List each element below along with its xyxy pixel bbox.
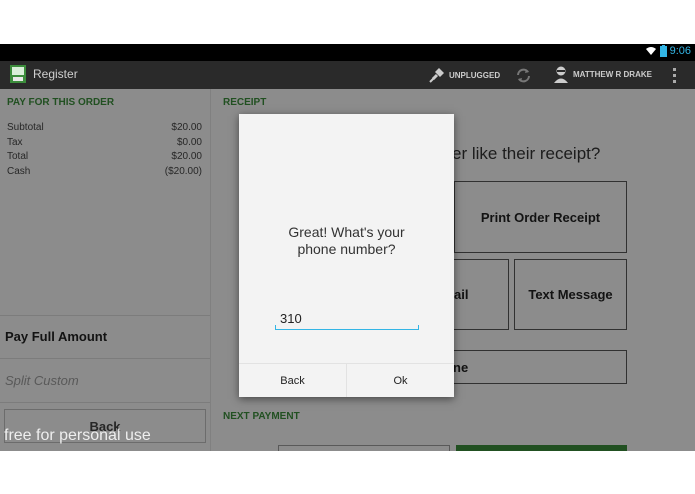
status-bar: 9:06	[0, 44, 695, 61]
app-home-button[interactable]: Register	[10, 65, 78, 83]
action-bar: Register UNPLUGGED MATTHEW R DRAKE	[0, 61, 695, 89]
connection-status-button[interactable]: UNPLUGGED	[429, 67, 500, 83]
dialog-back-button[interactable]: Back	[239, 364, 346, 397]
input-underline-left-tick	[275, 325, 276, 329]
phone-number-field[interactable]: 310	[275, 310, 419, 330]
status-icons: 9:06	[645, 45, 691, 57]
dialog-message: Great! What's your phone number?	[288, 224, 405, 257]
dialog-back-label: Back	[280, 374, 305, 387]
input-underline-right-tick	[418, 325, 419, 329]
status-time: 9:06	[669, 45, 691, 57]
user-name: MATTHEW R DRAKE	[573, 70, 652, 79]
app-title: Register	[33, 67, 78, 81]
overflow-menu-icon[interactable]	[672, 68, 678, 84]
phone-number-dialog: Great! What's your phone number? 310 Bac…	[239, 114, 454, 397]
wifi-icon	[645, 47, 656, 55]
phone-number-value: 310	[280, 311, 302, 326]
dialog-ok-label: Ok	[393, 374, 408, 387]
unplugged-icon	[429, 68, 444, 83]
dialog-ok-button[interactable]: Ok	[347, 364, 454, 397]
user-avatar-icon	[554, 66, 568, 83]
register-app-icon	[10, 65, 26, 83]
watermark-text: free for personal use	[4, 427, 151, 444]
user-account-button[interactable]: MATTHEW R DRAKE	[553, 66, 652, 83]
connection-status-label: UNPLUGGED	[449, 70, 501, 80]
battery-icon	[659, 45, 667, 57]
sync-icon[interactable]	[515, 67, 532, 84]
